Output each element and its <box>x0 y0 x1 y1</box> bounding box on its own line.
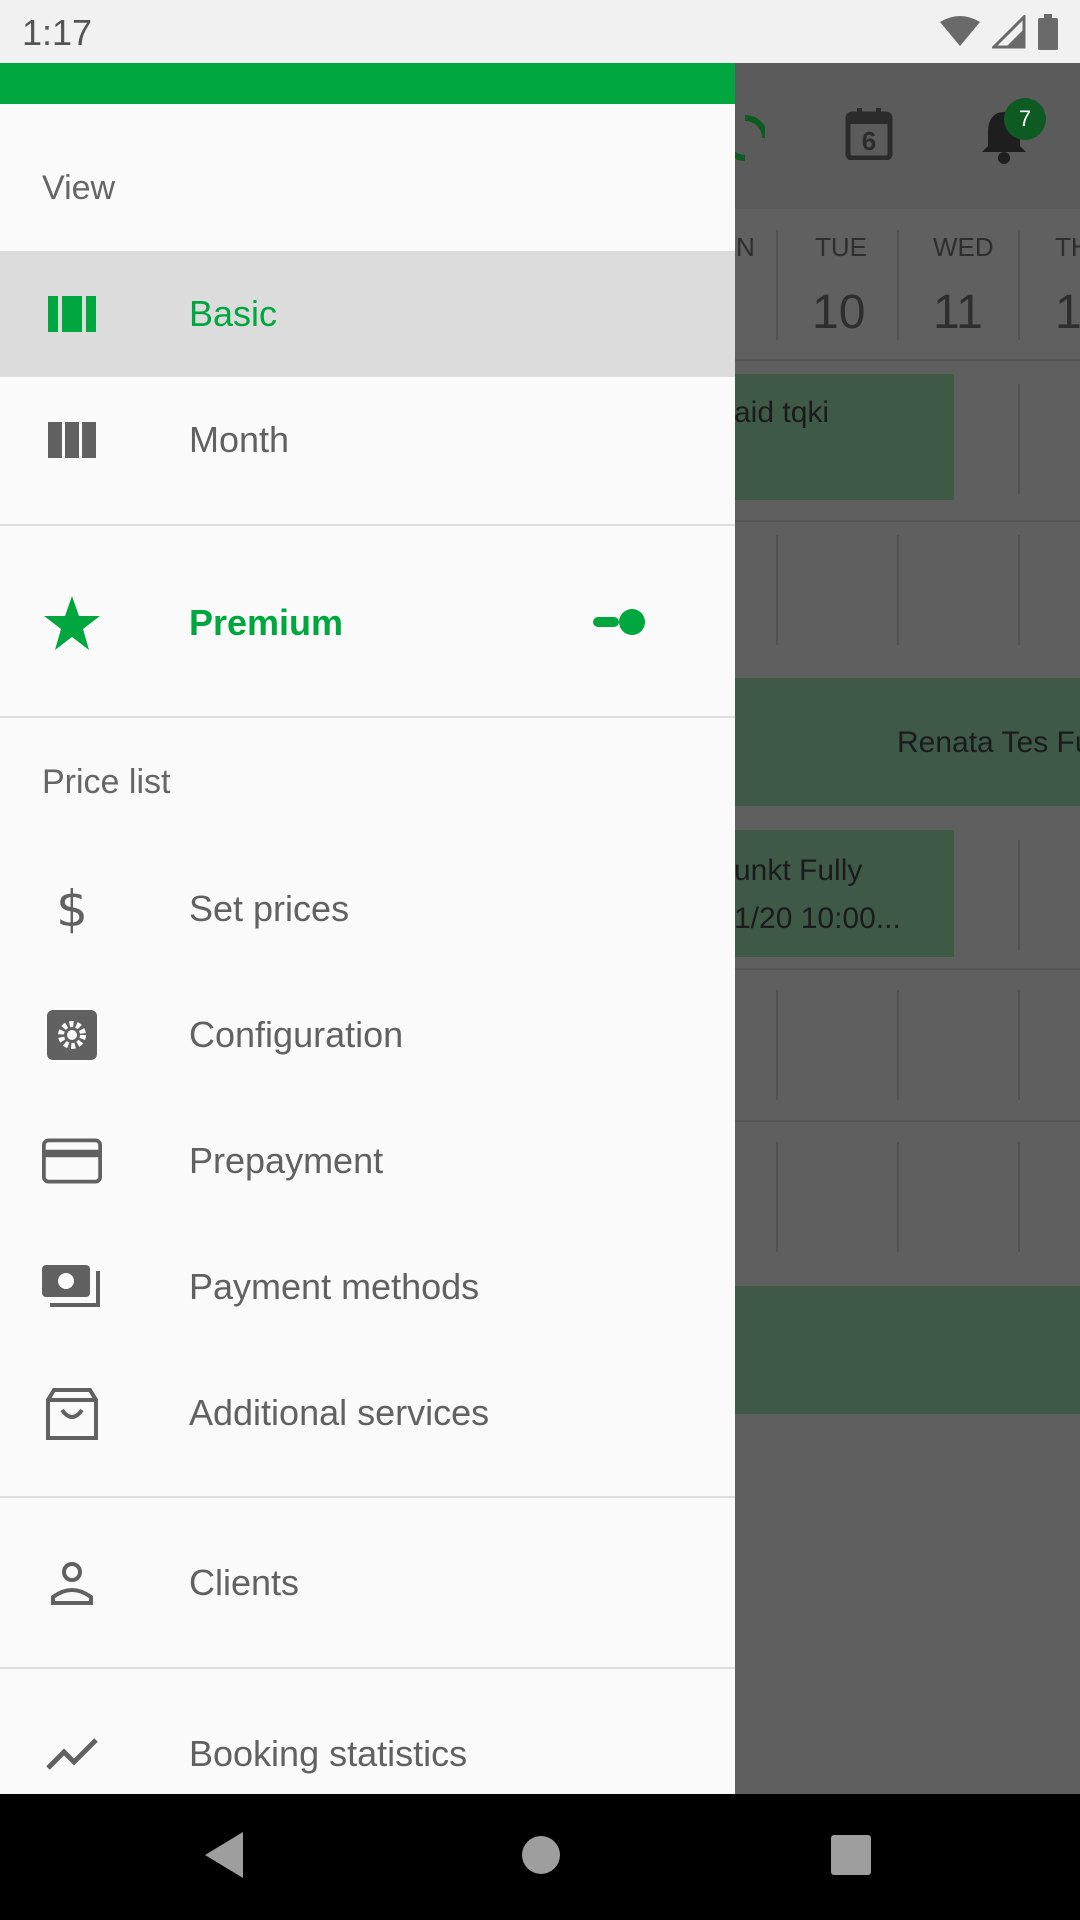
day-number: 11 <box>933 286 983 339</box>
drawer-item-label: Configuration <box>189 1014 404 1055</box>
drawer-item-label: Month <box>189 419 290 460</box>
section-label-view: View <box>42 169 116 207</box>
signal-icon <box>992 15 1026 49</box>
payment-methods-icon <box>42 1257 102 1317</box>
battery-icon <box>1038 14 1058 50</box>
event-title: unkt Fully <box>734 854 863 887</box>
column-divider <box>897 230 899 340</box>
column-divider <box>897 535 899 645</box>
drawer-item-label: Clients <box>189 1562 300 1603</box>
column-divider <box>1018 840 1020 950</box>
shopping-bag-icon <box>42 1383 102 1443</box>
drawer-item-clients[interactable]: Clients <box>0 1520 735 1646</box>
calendar-event[interactable]: unkt Fully 1/20 10:00... <box>734 830 954 957</box>
column-divider <box>776 990 778 1100</box>
column-divider <box>1018 535 1020 645</box>
column-divider <box>1018 1142 1020 1252</box>
calendar-event[interactable]: Renata Tes Fu <box>734 678 1080 806</box>
event-time: 1/20 10:00... <box>734 902 901 935</box>
column-divider <box>1018 230 1020 340</box>
credit-card-icon <box>42 1131 102 1191</box>
drawer-item-label: Premium <box>189 602 344 643</box>
drawer-item-additional-services[interactable]: Additional services <box>0 1350 735 1476</box>
day-name: N <box>736 232 755 262</box>
drawer-item-configuration[interactable]: Configuration <box>0 972 735 1098</box>
column-divider <box>1018 384 1020 494</box>
drawer-item-label: Basic <box>189 293 278 334</box>
status-time: 1:17 <box>22 12 93 53</box>
day-number: 10 <box>812 286 866 339</box>
row-divider <box>734 968 1080 970</box>
wifi-icon <box>940 16 980 46</box>
notification-badge: 7 <box>1004 98 1046 140</box>
calendar-day-number: 6 <box>861 126 877 156</box>
calendar-event[interactable] <box>734 1286 1080 1414</box>
drawer-item-prepayment[interactable]: Prepayment <box>0 1098 735 1224</box>
drawer-item-label: Booking statistics <box>189 1733 468 1774</box>
column-divider <box>897 990 899 1100</box>
drawer-item-premium[interactable]: Premium <box>0 560 735 686</box>
section-label-price-list: Price list <box>42 763 171 801</box>
drawer-item-label: Payment methods <box>189 1266 480 1307</box>
drawer-item-payment-methods[interactable]: Payment methods <box>0 1224 735 1350</box>
day-number: 1 <box>1055 286 1080 339</box>
day-name: WED <box>933 232 994 262</box>
star-icon <box>42 593 102 653</box>
premium-toggle[interactable] <box>593 602 649 642</box>
status-bar: 1:17 <box>0 0 1080 63</box>
drawer-item-booking-statistics[interactable]: Booking statistics <box>0 1691 735 1794</box>
drawer-item-label: Set prices <box>189 888 350 929</box>
day-name: TH <box>1055 232 1080 262</box>
column-divider <box>897 1142 899 1252</box>
event-title: Renata Tes Fu <box>897 726 1080 759</box>
drawer-divider <box>0 1496 735 1498</box>
system-nav-bar <box>0 1794 1080 1920</box>
calendar-today-icon[interactable]: 6 <box>845 108 893 160</box>
column-divider <box>776 230 778 340</box>
drawer-divider <box>0 1667 735 1669</box>
trending-icon <box>42 1724 102 1784</box>
settings-icon <box>42 1005 102 1065</box>
drawer-item-basic[interactable]: Basic <box>0 251 735 377</box>
drawer-divider <box>0 716 735 718</box>
home-icon[interactable] <box>521 1835 561 1875</box>
column-divider <box>776 535 778 645</box>
drawer-item-month[interactable]: Month <box>0 377 735 503</box>
calendar-event[interactable]: aid tqki <box>734 374 954 500</box>
row-divider <box>734 1120 1080 1122</box>
column-divider <box>1018 990 1020 1100</box>
back-icon[interactable] <box>205 1832 245 1878</box>
dollar-icon: $ <box>56 880 88 938</box>
view-column-icon <box>42 410 102 470</box>
recents-icon[interactable] <box>831 1835 871 1875</box>
person-icon <box>42 1553 102 1613</box>
event-title: aid tqki <box>734 396 830 429</box>
day-name: TUE <box>815 232 867 262</box>
drawer-header-accent <box>0 63 735 104</box>
drawer-divider <box>0 524 735 526</box>
view-week-icon <box>42 284 102 344</box>
drawer-item-set-prices[interactable]: $ Set prices <box>0 846 735 972</box>
column-divider <box>776 1142 778 1252</box>
row-divider <box>734 520 1080 522</box>
navigation-drawer: View Basic Month Premium Price list $ Se… <box>0 63 735 1794</box>
drawer-item-label: Prepayment <box>189 1140 384 1181</box>
drawer-item-label: Additional services <box>189 1392 490 1433</box>
